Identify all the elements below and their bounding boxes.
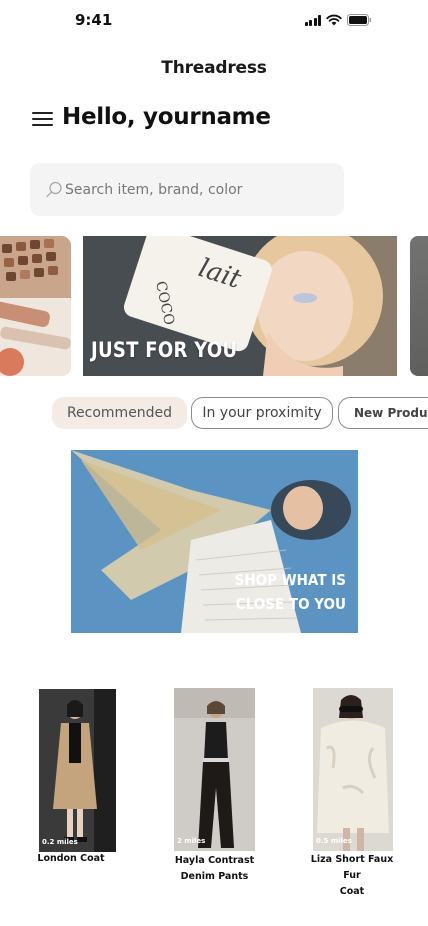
product-card-hayla-contrast-denim-pants[interactable]: 2 miles <box>174 688 255 851</box>
product-name-line-2: Denim Pants <box>180 871 249 882</box>
promo-line-2: CLOSE TO YOU <box>235 595 346 613</box>
status-icons <box>304 14 373 26</box>
app-title: Threadress <box>161 58 267 78</box>
search-input[interactable] <box>65 163 335 216</box>
tab-recommended[interactable]: Recommended <box>52 397 187 429</box>
product-name: Liza Short Faux Fur Coat <box>306 852 398 900</box>
carousel-card-label: JUST FOR YOU <box>91 338 238 362</box>
promo-banner[interactable]: SHOP WHAT IS CLOSE TO YOU <box>71 450 358 633</box>
product-name-line-1: Hayla Contrast <box>174 855 255 866</box>
product-name-line-2: Coat <box>339 886 365 897</box>
product-name-line-1: Liza Short Faux Fur <box>310 854 394 881</box>
carousel-card-next[interactable] <box>410 236 428 376</box>
tab-new-product[interactable]: New Product <box>338 397 428 429</box>
product-image <box>39 689 116 852</box>
carousel-card-previous[interactable] <box>0 236 71 376</box>
tab-in-your-proximity[interactable]: In your proximity <box>191 397 333 429</box>
promo-line-1: SHOP WHAT IS <box>234 571 346 589</box>
product-card-liza-short-faux-fur-coat[interactable]: 0.5 miles <box>313 688 393 851</box>
search-icon <box>46 181 62 198</box>
product-image <box>313 688 393 851</box>
product-name: London Coat <box>29 851 113 867</box>
product-distance: 0.5 miles <box>316 837 352 845</box>
status-time: 9:41 <box>75 11 113 29</box>
battery-icon <box>347 14 372 26</box>
signal-icon <box>304 15 321 26</box>
product-card-london-coat[interactable]: 0.2 miles <box>39 689 116 852</box>
promo-text: SHOP WHAT IS CLOSE TO YOU <box>220 568 346 616</box>
product-image <box>174 688 255 851</box>
product-distance: 0.2 miles <box>42 838 78 846</box>
search-bar[interactable] <box>30 163 344 216</box>
makeup-palette-image <box>0 236 71 376</box>
product-name: Hayla Contrast Denim Pants <box>170 853 259 885</box>
carousel-card-just-for-you[interactable]: lait COCO JUST FOR YOU <box>83 236 397 376</box>
product-name-line-1: London Coat <box>37 853 105 864</box>
product-distance: 2 miles <box>177 837 206 845</box>
wifi-icon <box>326 14 342 26</box>
greeting-heading: Hello, yourname <box>62 104 271 130</box>
menu-button[interactable] <box>32 112 53 127</box>
